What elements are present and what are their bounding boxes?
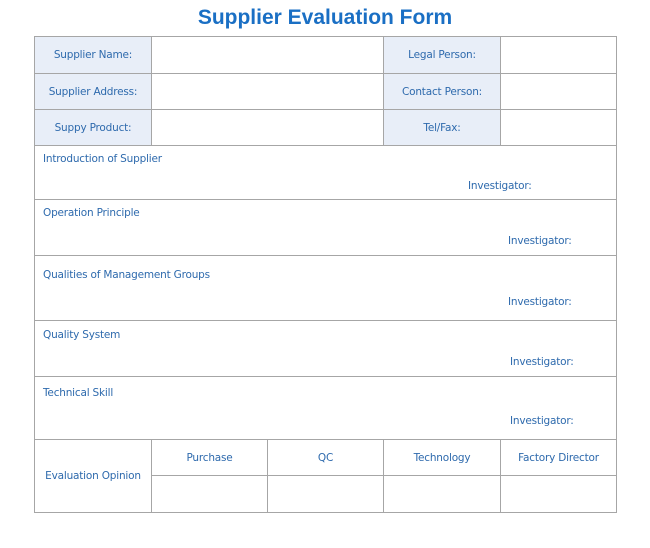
supply-product-label: Suppy Product: <box>34 109 152 146</box>
evaluation-technology-field[interactable] <box>383 475 501 513</box>
section-technical-skill[interactable]: Technical Skill Investigator: <box>34 376 617 440</box>
section-qualities-of-management-groups[interactable]: Qualities of Management Groups Investiga… <box>34 255 617 321</box>
supplier-address-field[interactable] <box>151 73 384 110</box>
supplier-address-label: Supplier Address: <box>34 73 152 110</box>
legal-person-field[interactable] <box>500 36 617 74</box>
evaluation-column-qc: QC <box>267 439 384 476</box>
tel-fax-label: Tel/Fax: <box>383 109 501 146</box>
investigator-label: Investigator: <box>508 296 572 308</box>
investigator-label: Investigator: <box>468 180 532 192</box>
supplier-name-label: Supplier Name: <box>34 36 152 74</box>
evaluation-opinion-label: Evaluation Opinion <box>34 439 152 513</box>
supplier-name-field[interactable] <box>151 36 384 74</box>
section-label: Operation Principle <box>43 207 140 219</box>
section-label: Qualities of Management Groups <box>43 269 210 281</box>
evaluation-column-factory-director: Factory Director <box>500 439 617 476</box>
section-label: Introduction of Supplier <box>43 153 162 165</box>
investigator-label: Investigator: <box>508 235 572 247</box>
evaluation-column-technology: Technology <box>383 439 501 476</box>
evaluation-purchase-field[interactable] <box>151 475 268 513</box>
section-operation-principle[interactable]: Operation Principle Investigator: <box>34 199 617 256</box>
supply-product-field[interactable] <box>151 109 384 146</box>
form-title: Supplier Evaluation Form <box>197 6 453 29</box>
section-label: Technical Skill <box>43 387 114 399</box>
section-quality-system[interactable]: Quality System Investigator: <box>34 320 617 377</box>
evaluation-column-purchase: Purchase <box>151 439 268 476</box>
tel-fax-field[interactable] <box>500 109 617 146</box>
investigator-label: Investigator: <box>510 415 574 427</box>
contact-person-label: Contact Person: <box>383 73 501 110</box>
legal-person-label: Legal Person: <box>383 36 501 74</box>
contact-person-field[interactable] <box>500 73 617 110</box>
investigator-label: Investigator: <box>510 356 574 368</box>
section-label: Quality System <box>43 329 121 341</box>
evaluation-factory-director-field[interactable] <box>500 475 617 513</box>
section-introduction-of-supplier[interactable]: Introduction of Supplier Investigator: <box>34 145 617 200</box>
evaluation-qc-field[interactable] <box>267 475 384 513</box>
